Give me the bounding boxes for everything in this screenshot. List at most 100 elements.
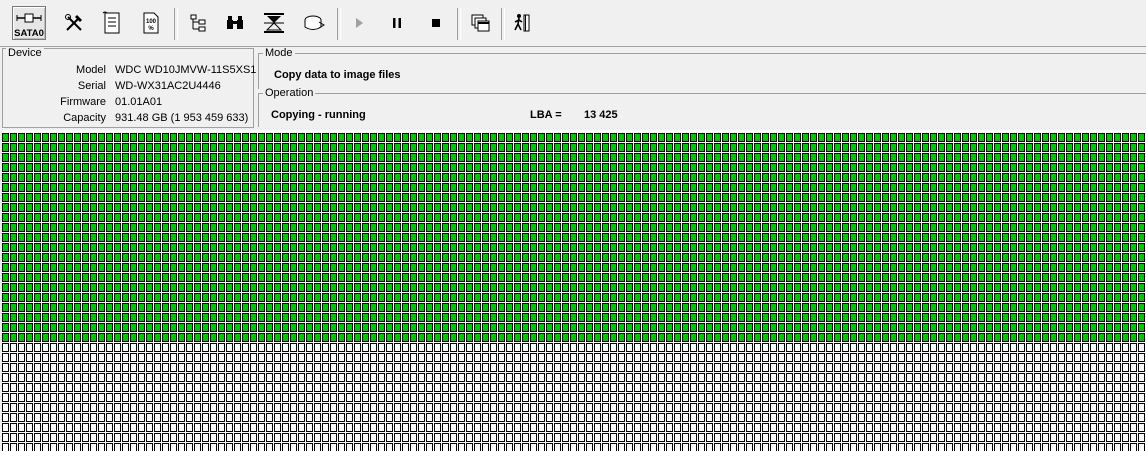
block-pending bbox=[802, 403, 809, 412]
block-done bbox=[218, 213, 225, 222]
block-pending bbox=[874, 353, 881, 362]
block-done bbox=[674, 283, 681, 292]
block-done bbox=[50, 143, 57, 152]
block-done bbox=[74, 203, 81, 212]
start-button[interactable] bbox=[342, 6, 376, 40]
block-done bbox=[458, 183, 465, 192]
block-done bbox=[1130, 233, 1137, 242]
block-done bbox=[626, 143, 633, 152]
block-done bbox=[610, 273, 617, 282]
block-done bbox=[698, 193, 705, 202]
block-done bbox=[562, 153, 569, 162]
block-done bbox=[26, 193, 33, 202]
block-pending bbox=[1042, 403, 1049, 412]
block-done bbox=[370, 133, 377, 142]
block-done bbox=[578, 323, 585, 332]
block-pending bbox=[970, 443, 977, 451]
block-done bbox=[50, 153, 57, 162]
block-pending bbox=[770, 393, 777, 402]
block-done bbox=[50, 193, 57, 202]
block-done bbox=[938, 183, 945, 192]
block-done bbox=[378, 333, 385, 342]
block-pending bbox=[202, 343, 209, 352]
block-done bbox=[946, 293, 953, 302]
block-pending bbox=[954, 403, 961, 412]
block-done bbox=[1138, 303, 1145, 312]
block-done bbox=[1114, 163, 1121, 172]
timer-button[interactable] bbox=[257, 6, 291, 40]
block-done bbox=[482, 323, 489, 332]
block-done bbox=[666, 203, 673, 212]
block-done bbox=[274, 173, 281, 182]
block-done bbox=[818, 263, 825, 272]
block-done bbox=[2, 153, 9, 162]
block-done bbox=[890, 173, 897, 182]
block-pending bbox=[874, 383, 881, 392]
block-done bbox=[74, 133, 81, 142]
tools-button[interactable] bbox=[57, 6, 91, 40]
block-done bbox=[1010, 303, 1017, 312]
block-done bbox=[322, 323, 329, 332]
block-done bbox=[458, 233, 465, 242]
block-done bbox=[50, 133, 57, 142]
block-done bbox=[1074, 183, 1081, 192]
block-done bbox=[578, 243, 585, 252]
block-done bbox=[1034, 303, 1041, 312]
block-done bbox=[626, 213, 633, 222]
block-done bbox=[610, 223, 617, 232]
pause-button[interactable] bbox=[380, 6, 414, 40]
block-done bbox=[98, 213, 105, 222]
block-done bbox=[738, 163, 745, 172]
block-done bbox=[1122, 303, 1129, 312]
block-done bbox=[1122, 243, 1129, 252]
block-done bbox=[914, 213, 921, 222]
block-done bbox=[346, 163, 353, 172]
block-pending bbox=[1002, 383, 1009, 392]
disk-copy-button[interactable] bbox=[297, 6, 331, 40]
block-done bbox=[26, 253, 33, 262]
block-done bbox=[1042, 143, 1049, 152]
progress-button[interactable]: 100 % bbox=[134, 6, 168, 40]
block-done bbox=[202, 153, 209, 162]
block-done bbox=[650, 133, 657, 142]
block-pending bbox=[594, 363, 601, 372]
block-done bbox=[306, 323, 313, 332]
block-done bbox=[234, 153, 241, 162]
block-done bbox=[938, 213, 945, 222]
block-done bbox=[450, 223, 457, 232]
block-done bbox=[26, 223, 33, 232]
block-done bbox=[338, 133, 345, 142]
block-done bbox=[914, 253, 921, 262]
block-done bbox=[282, 163, 289, 172]
block-pending bbox=[626, 363, 633, 372]
block-pending bbox=[698, 433, 705, 442]
windows-button[interactable] bbox=[463, 6, 497, 40]
block-pending bbox=[794, 393, 801, 402]
block-done bbox=[402, 223, 409, 232]
block-done bbox=[1018, 183, 1025, 192]
search-button[interactable] bbox=[218, 6, 252, 40]
block-done bbox=[762, 163, 769, 172]
block-pending bbox=[66, 443, 73, 451]
block-done bbox=[490, 233, 497, 242]
block-pending bbox=[986, 343, 993, 352]
block-done bbox=[610, 183, 617, 192]
drive-tree-button[interactable] bbox=[181, 6, 215, 40]
log-button[interactable] bbox=[95, 6, 129, 40]
block-done bbox=[1082, 243, 1089, 252]
block-done bbox=[866, 293, 873, 302]
block-pending bbox=[58, 373, 65, 382]
sata0-button[interactable]: SATA0 bbox=[12, 6, 46, 40]
block-pending bbox=[722, 383, 729, 392]
stop-button[interactable] bbox=[419, 6, 453, 40]
block-pending bbox=[482, 363, 489, 372]
block-done bbox=[10, 193, 17, 202]
block-done bbox=[66, 193, 73, 202]
block-pending bbox=[186, 423, 193, 432]
exit-button[interactable] bbox=[505, 6, 539, 40]
block-done bbox=[794, 213, 801, 222]
block-pending bbox=[354, 413, 361, 422]
block-done bbox=[1058, 253, 1065, 262]
block-pending bbox=[474, 443, 481, 451]
block-pending bbox=[506, 403, 513, 412]
